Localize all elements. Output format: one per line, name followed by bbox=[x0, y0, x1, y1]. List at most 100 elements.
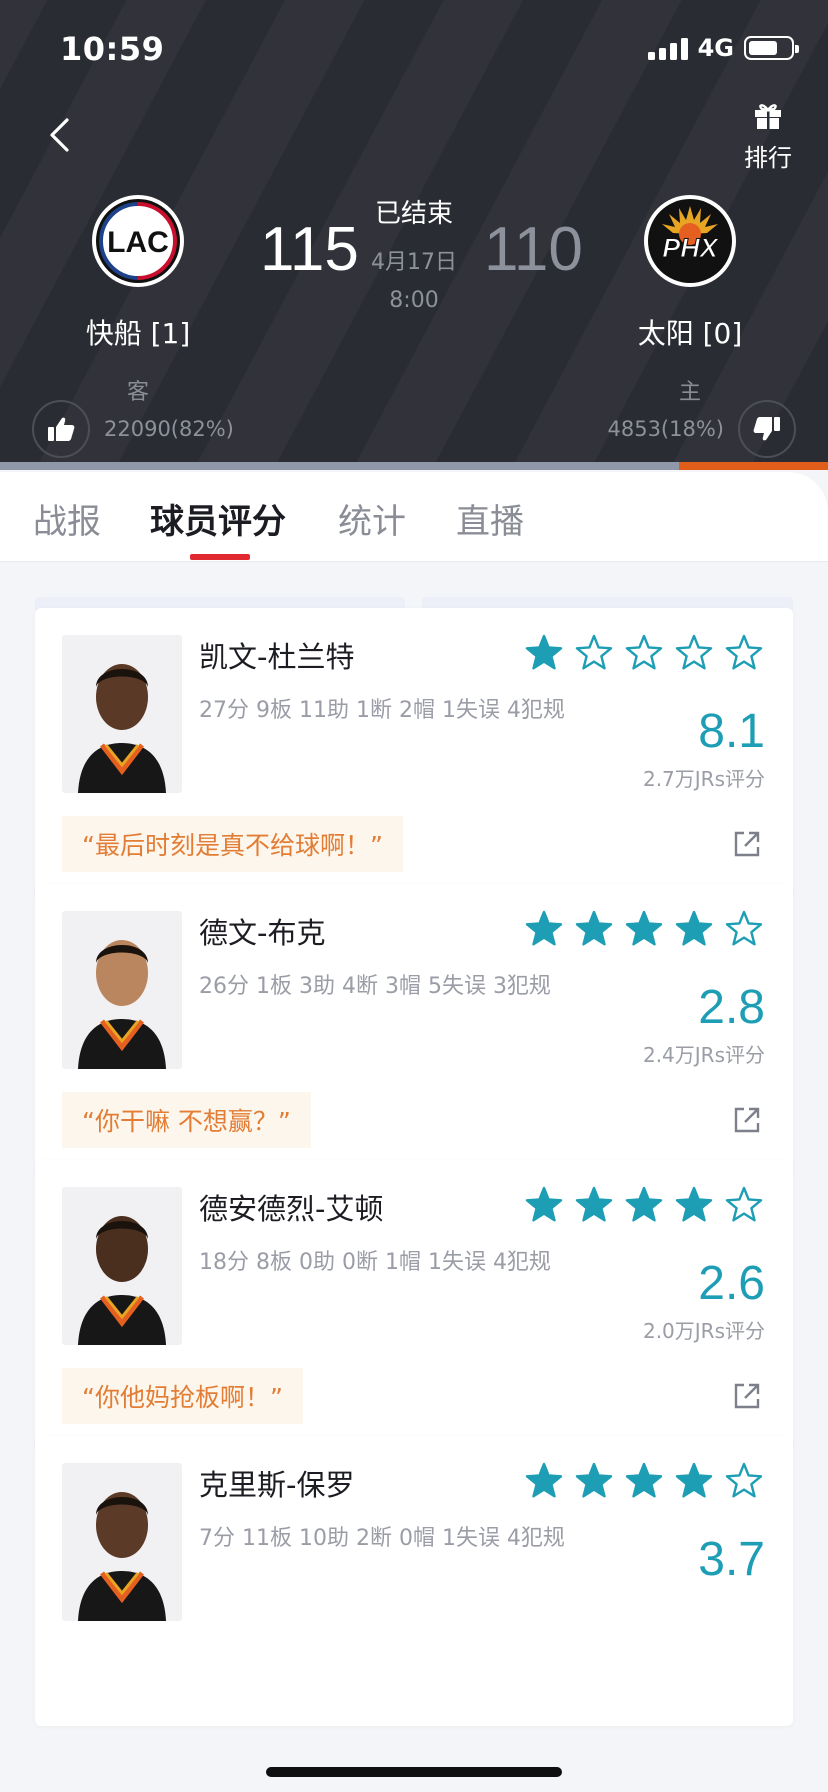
star-filled-icon[interactable] bbox=[525, 1462, 563, 1500]
star-filled-icon[interactable] bbox=[525, 1186, 563, 1224]
player-card[interactable]: 德安德烈-艾顿 18分 8板 0助 0断 1帽 1失误 4犯规 2.6 2.0万… bbox=[35, 1160, 793, 1450]
vote-share-home bbox=[678, 462, 828, 470]
player-photo bbox=[62, 911, 182, 1069]
player-stat-line: 18分 8板 0助 0断 1帽 1失误 4犯规 bbox=[199, 1250, 551, 1275]
star-rating[interactable] bbox=[525, 1186, 763, 1224]
star-filled-icon[interactable] bbox=[675, 910, 713, 948]
tab-report[interactable]: 战报 bbox=[33, 494, 101, 543]
player-name: 德安德烈-艾顿 bbox=[199, 1192, 384, 1226]
star-empty-icon[interactable] bbox=[575, 634, 613, 672]
player-stat-line: 7分 11板 10助 2断 0帽 1失误 4犯规 bbox=[199, 1526, 565, 1551]
away-team-name: 快船 [1] bbox=[85, 317, 191, 350]
player-name: 德文-布克 bbox=[199, 916, 326, 950]
player-photo bbox=[62, 1187, 182, 1345]
home-team[interactable]: PHX 太阳 [0] 主 bbox=[600, 194, 780, 406]
active-tab-indicator bbox=[190, 554, 250, 560]
network-type: 4G bbox=[697, 34, 734, 62]
player-rating: 2.6 bbox=[698, 1257, 765, 1310]
player-card[interactable]: 凯文-杜兰特 27分 9板 11助 1断 2帽 1失误 4犯规 8.1 2.7万… bbox=[35, 608, 793, 898]
share-icon[interactable] bbox=[731, 828, 763, 860]
player-name: 凯文-杜兰特 bbox=[199, 640, 355, 674]
gift-icon bbox=[755, 104, 781, 129]
player-quote[interactable]: “最后时刻是真不给球啊！” bbox=[62, 816, 403, 872]
rating-count: 2.0万JRs评分 bbox=[642, 1319, 765, 1343]
star-rating[interactable] bbox=[525, 1462, 763, 1500]
star-filled-icon[interactable] bbox=[625, 1462, 663, 1500]
tab-stats[interactable]: 统计 bbox=[338, 494, 406, 543]
game-info: 已结束 4月17日 8:00 bbox=[344, 193, 484, 313]
content-sheet: 战报 球员评分 统计 直播 LAC 快船 PHX 太阳 bbox=[0, 472, 828, 1792]
suns-logo-text: PHX bbox=[662, 233, 720, 263]
star-empty-icon[interactable] bbox=[675, 634, 713, 672]
star-filled-icon[interactable] bbox=[675, 1186, 713, 1224]
star-empty-icon[interactable] bbox=[725, 1186, 763, 1224]
player-card[interactable]: 德文-布克 26分 1板 3助 4断 3帽 5失误 3犯规 2.8 2.4万JR… bbox=[35, 884, 793, 1174]
star-filled-icon[interactable] bbox=[575, 1462, 613, 1500]
ranking-button[interactable]: 排行 bbox=[738, 100, 798, 173]
player-portrait bbox=[62, 911, 182, 1069]
player-rating: 2.8 bbox=[698, 981, 765, 1034]
rating-count: 2.4万JRs评分 bbox=[642, 1043, 765, 1067]
star-filled-icon[interactable] bbox=[675, 1462, 713, 1500]
player-stat-line: 26分 1板 3助 4断 3帽 5失误 3犯规 bbox=[199, 974, 551, 999]
suns-logo: PHX bbox=[644, 195, 736, 287]
like-button[interactable] bbox=[32, 400, 90, 458]
back-button[interactable] bbox=[36, 110, 86, 160]
player-name: 克里斯-保罗 bbox=[199, 1468, 355, 1502]
star-empty-icon[interactable] bbox=[725, 1462, 763, 1500]
star-empty-icon[interactable] bbox=[725, 910, 763, 948]
status-bar: 10:59 4G bbox=[0, 0, 828, 100]
chevron-left-icon bbox=[50, 118, 69, 152]
signal-icon bbox=[647, 36, 688, 60]
star-filled-icon[interactable] bbox=[525, 910, 563, 948]
tab-live[interactable]: 直播 bbox=[456, 494, 524, 543]
vote-share-bar bbox=[0, 462, 828, 470]
status-indicators: 4G bbox=[647, 34, 799, 62]
star-filled-icon[interactable] bbox=[575, 910, 613, 948]
battery-icon bbox=[744, 36, 799, 60]
game-date: 4月17日 bbox=[371, 250, 457, 275]
tab-player-ratings[interactable]: 球员评分 bbox=[150, 494, 286, 543]
player-quote[interactable]: “你干嘛 不想赢？” bbox=[62, 1092, 311, 1148]
status-time: 10:59 bbox=[60, 30, 165, 68]
player-portrait bbox=[62, 635, 182, 793]
clippers-logo-text: LAC bbox=[107, 226, 169, 259]
star-empty-icon[interactable] bbox=[625, 634, 663, 672]
home-indicator[interactable] bbox=[266, 1767, 562, 1777]
vote-share-away bbox=[0, 462, 679, 470]
star-rating[interactable] bbox=[525, 910, 763, 948]
player-photo bbox=[62, 1463, 182, 1621]
player-rating: 3.7 bbox=[698, 1533, 765, 1586]
home-vote-count: 4853(18%) bbox=[607, 417, 724, 441]
game-status: 已结束 bbox=[374, 199, 453, 229]
ranking-label: 排行 bbox=[744, 144, 792, 172]
away-vote-count: 22090(82%) bbox=[104, 417, 234, 441]
player-rating: 8.1 bbox=[698, 705, 765, 758]
tab-bar: 战报 球员评分 统计 直播 bbox=[0, 472, 828, 562]
player-card[interactable]: 克里斯-保罗 7分 11板 10助 2断 0帽 1失误 4犯规 3.7 bbox=[35, 1436, 793, 1726]
star-empty-icon[interactable] bbox=[725, 634, 763, 672]
share-icon[interactable] bbox=[731, 1380, 763, 1412]
thumbs-up-icon bbox=[48, 417, 75, 441]
star-rating[interactable] bbox=[525, 634, 763, 672]
star-filled-icon[interactable] bbox=[625, 910, 663, 948]
game-time: 8:00 bbox=[389, 288, 439, 313]
share-icon[interactable] bbox=[731, 1104, 763, 1136]
player-photo bbox=[62, 635, 182, 793]
player-quote[interactable]: “你他妈抢板啊！” bbox=[62, 1368, 303, 1424]
dislike-button[interactable] bbox=[738, 400, 796, 458]
player-portrait bbox=[62, 1463, 182, 1621]
home-team-name: 太阳 [0] bbox=[637, 317, 743, 350]
clippers-logo: LAC bbox=[92, 195, 184, 287]
player-portrait bbox=[62, 1187, 182, 1345]
away-team[interactable]: LAC 快船 [1] 客 bbox=[48, 194, 228, 406]
home-score: 110 bbox=[484, 215, 583, 284]
home-vote: 4853(18%) bbox=[607, 400, 796, 458]
rating-count: 2.7万JRs评分 bbox=[642, 767, 765, 791]
thumbs-down-icon bbox=[753, 417, 780, 441]
away-vote: 22090(82%) bbox=[32, 400, 234, 458]
star-filled-icon[interactable] bbox=[625, 1186, 663, 1224]
star-filled-icon[interactable] bbox=[575, 1186, 613, 1224]
player-stat-line: 27分 9板 11助 1断 2帽 1失误 4犯规 bbox=[199, 698, 565, 723]
star-filled-icon[interactable] bbox=[525, 634, 563, 672]
